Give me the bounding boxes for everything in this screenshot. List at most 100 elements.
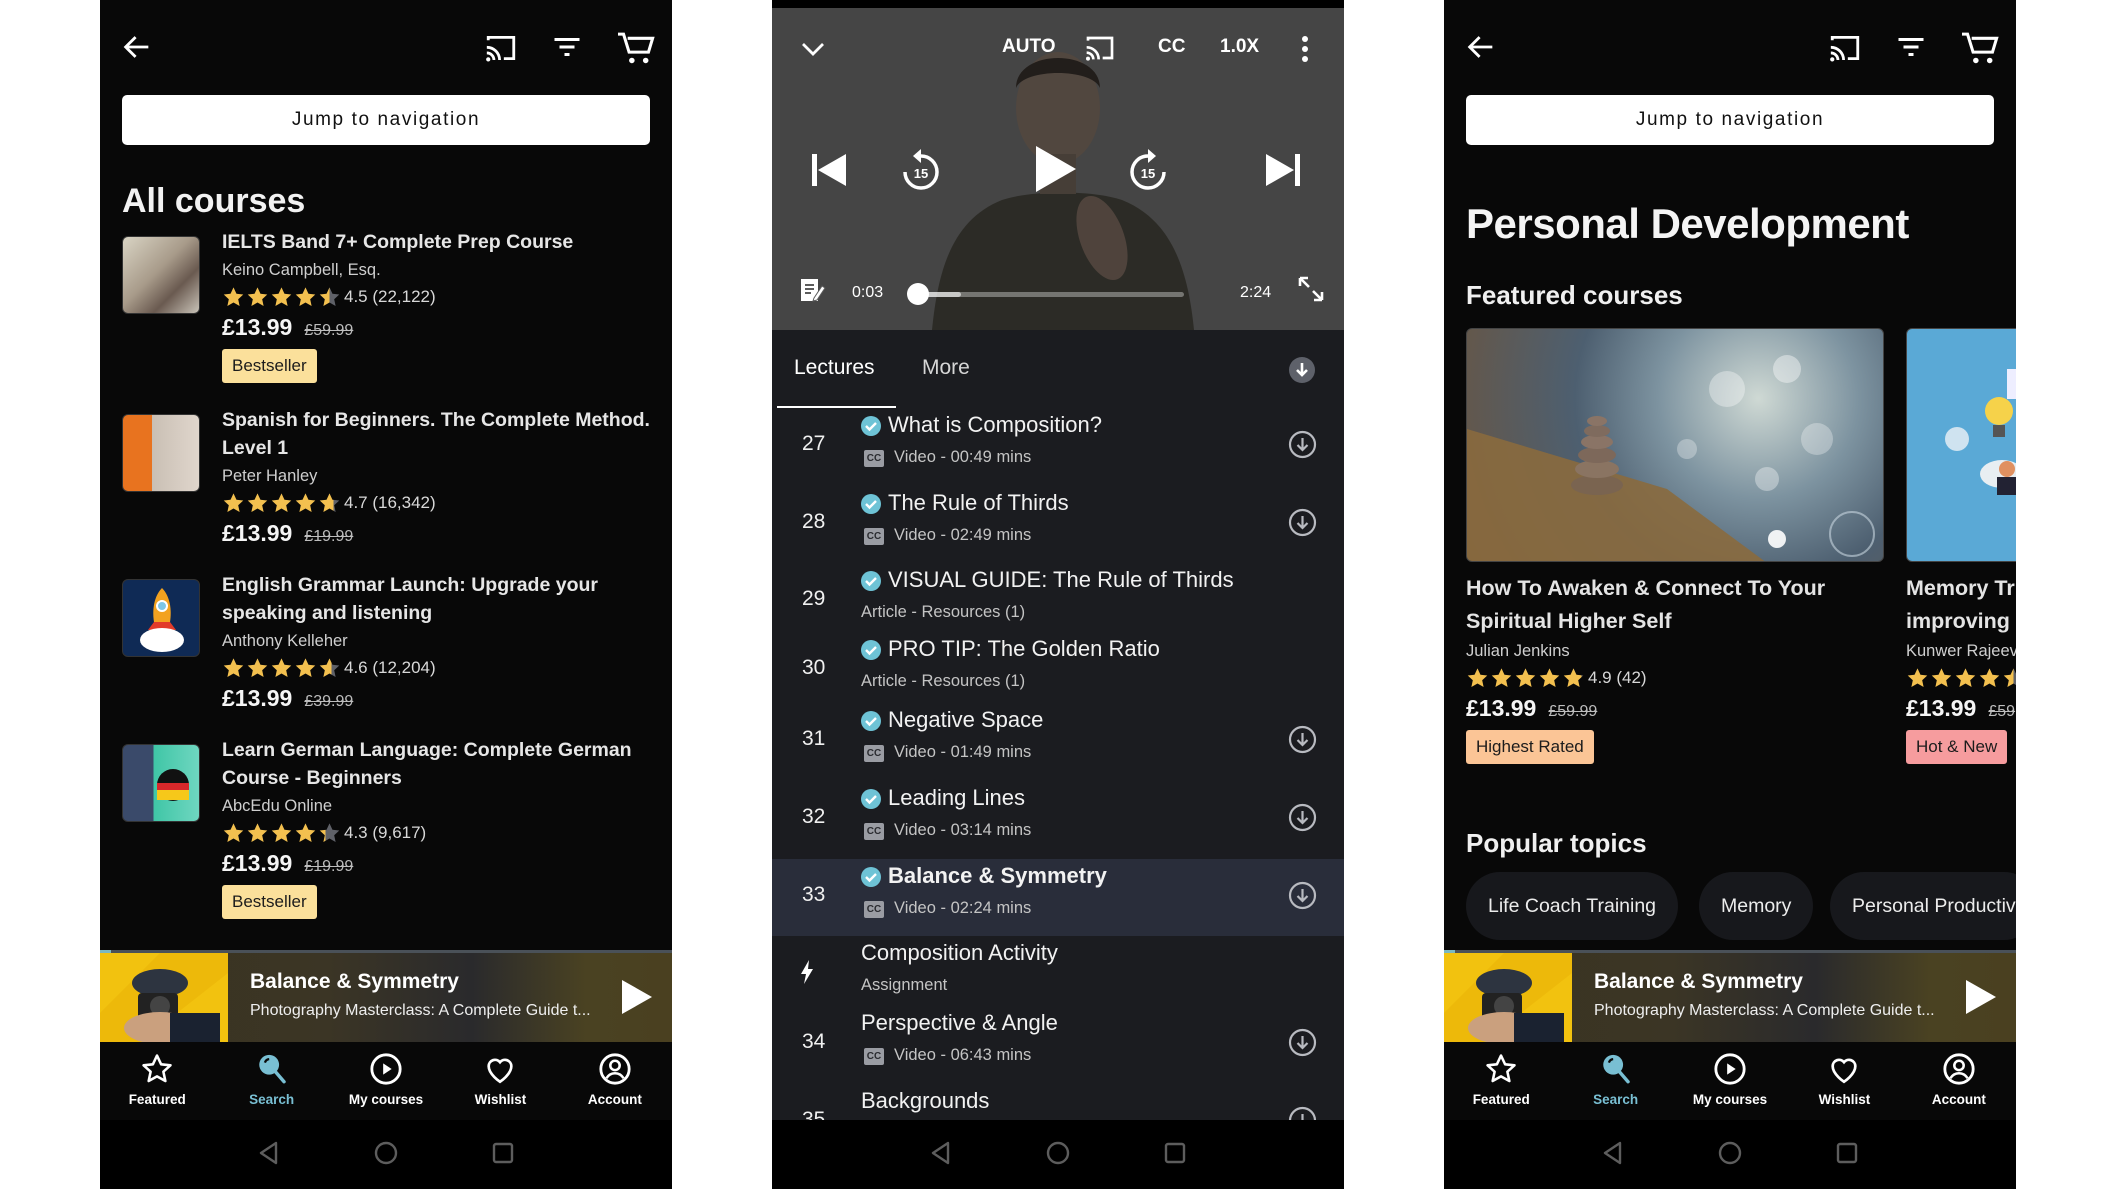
quality-button[interactable]: AUTO [1002, 36, 1055, 58]
star-icon [295, 493, 316, 512]
mini-player[interactable]: Balance & Symmetry Photography Mastercla… [100, 950, 672, 1042]
download-icon[interactable] [1288, 508, 1317, 537]
nav-tab-my-courses[interactable]: My courses [329, 1042, 443, 1120]
top-app-bar [1444, 0, 2016, 90]
nav-tab-my-courses[interactable]: My courses [1673, 1042, 1787, 1120]
original-price: £59 [1988, 703, 2016, 720]
nav-tab-featured[interactable]: Featured [100, 1042, 214, 1120]
lecture-row[interactable]: 33 Balance & Symmetry CC Video - 02:24 mins [772, 859, 1344, 936]
star-icon [1563, 668, 1584, 687]
lecture-row[interactable]: 28 The Rule of Thirds CC Video - 02:49 mins [772, 486, 1344, 563]
featured-course-card[interactable]: How To Awaken & Connect To Your Spiritua… [1466, 328, 1884, 764]
star-icon [223, 493, 244, 512]
lecture-row[interactable]: 32 Leading Lines CC Video - 03:14 mins [772, 781, 1344, 858]
lecture-row[interactable]: 35 Backgrounds [772, 1084, 1344, 1120]
system-recents-icon[interactable] [1834, 1140, 1860, 1166]
lecture-row[interactable]: Composition Activity Assignment [772, 936, 1344, 1013]
system-navigation-bar [1444, 1120, 2016, 1189]
download-icon[interactable] [1288, 1106, 1317, 1120]
nav-tab-search[interactable]: Search [214, 1042, 328, 1120]
lecture-title: Composition Activity [861, 940, 1058, 965]
fullscreen-icon[interactable] [1298, 276, 1324, 302]
system-recents-icon[interactable] [1162, 1140, 1188, 1166]
filter-icon[interactable] [552, 34, 582, 60]
back-arrow-icon[interactable] [1464, 30, 1498, 64]
lecture-row[interactable]: 29 VISUAL GUIDE: The Rule of Thirds Articl… [772, 563, 1344, 640]
tab-lectures[interactable]: Lectures [794, 356, 875, 380]
topic-chip[interactable]: Life Coach Training [1466, 872, 1679, 940]
bottom-navigation: Featured Search My courses Wishlist Acco… [100, 1042, 672, 1120]
playback-speed-button[interactable]: 1.0X [1220, 36, 1259, 58]
play-icon[interactable] [1964, 978, 1998, 1016]
lecture-row[interactable]: 34 Perspective & Angle CC Video - 06:43 min… [772, 1006, 1344, 1083]
system-back-icon[interactable] [1600, 1140, 1626, 1166]
captions-button[interactable]: CC [1158, 36, 1185, 58]
lecture-row[interactable]: 30 PRO TIP: The Golden Ratio Article - Res… [772, 632, 1344, 709]
lecture-meta: Video - 02:49 mins [894, 526, 1032, 544]
download-all-icon[interactable] [1288, 356, 1316, 384]
mini-player[interactable]: Balance & Symmetry Photography Mastercla… [1444, 950, 2016, 1042]
bestseller-badge: Bestseller [222, 349, 317, 383]
forward-15-icon[interactable]: 15 [1128, 148, 1168, 192]
seek-bar[interactable] [906, 283, 1184, 305]
nav-tab-account[interactable]: Account [558, 1042, 672, 1120]
course-rating: 4.3 (9,617) [222, 820, 652, 846]
collapse-chevron-icon[interactable] [798, 34, 828, 64]
heart-icon [487, 1058, 514, 1084]
system-recents-icon[interactable] [490, 1140, 516, 1166]
system-back-icon[interactable] [928, 1140, 954, 1166]
system-home-icon[interactable] [1717, 1140, 1743, 1166]
lecture-title: Balance & Symmetry [888, 863, 1107, 888]
lecture-title: What is Composition? [888, 412, 1102, 437]
price: £13.99 [222, 520, 293, 546]
cast-icon[interactable] [484, 33, 518, 63]
tab-more[interactable]: More [922, 356, 970, 380]
nav-tab-wishlist[interactable]: Wishlist [443, 1042, 557, 1120]
download-icon[interactable] [1288, 725, 1317, 754]
download-icon[interactable] [1288, 430, 1317, 459]
rewind-15-icon[interactable]: 15 [901, 148, 941, 192]
course-title: English Grammar Launch: Upgrade your spe… [222, 574, 598, 624]
cast-icon[interactable] [1828, 33, 1862, 63]
lecture-title: Negative Space [888, 707, 1044, 732]
svg-text:15: 15 [914, 166, 928, 181]
notes-icon[interactable] [800, 276, 826, 304]
lecture-row[interactable]: 31 Negative Space CC Video - 01:49 mins [772, 703, 1344, 780]
cast-icon[interactable] [1084, 34, 1116, 64]
nav-tab-wishlist[interactable]: Wishlist [1787, 1042, 1901, 1120]
jump-to-navigation-button[interactable]: Jump to navigation [1466, 95, 1994, 145]
nav-tab-account[interactable]: Account [1902, 1042, 2016, 1120]
nav-tab-search[interactable]: Search [1558, 1042, 1672, 1120]
featured-course-card[interactable]: Memory Tr improving Kunwer Rajeev £13.99… [1906, 328, 2016, 764]
skip-previous-icon[interactable] [812, 152, 848, 188]
back-arrow-icon[interactable] [120, 30, 154, 64]
nav-tab-featured[interactable]: Featured [1444, 1042, 1558, 1120]
video-player[interactable]: AUTO CC 1.0X 15 15 0:03 2:24 [772, 8, 1344, 330]
download-icon[interactable] [1288, 803, 1317, 832]
hot-new-badge: Hot & New [1906, 730, 2008, 764]
system-home-icon[interactable] [1045, 1140, 1071, 1166]
topic-chip[interactable]: Memory [1699, 872, 1814, 940]
screen-course-player: AUTO CC 1.0X 15 15 0:03 2:24 Lectures Mo… [772, 0, 1344, 1189]
topic-chip[interactable]: Personal Productiv [1830, 872, 2016, 940]
course-title: IELTS Band 7+ Complete Prep Course [222, 231, 574, 253]
play-icon[interactable] [1034, 144, 1078, 194]
system-back-icon[interactable] [256, 1140, 282, 1166]
more-options-icon[interactable] [1300, 34, 1310, 64]
star-icon [1491, 668, 1512, 687]
lecture-row[interactable]: 27 What is Composition? CC Video - 00:49 mi… [772, 408, 1344, 485]
filter-icon[interactable] [1896, 34, 1926, 60]
download-icon[interactable] [1288, 881, 1317, 910]
system-home-icon[interactable] [373, 1140, 399, 1166]
svg-text:15: 15 [1141, 166, 1155, 181]
screen-all-courses: Jump to navigation All courses IELTS Ban… [100, 0, 672, 1189]
closed-captions-icon: CC [864, 823, 884, 840]
download-icon[interactable] [1288, 1028, 1317, 1057]
jump-to-navigation-button[interactable]: Jump to navigation [122, 95, 650, 145]
skip-next-icon[interactable] [1264, 152, 1300, 188]
cart-icon[interactable] [1960, 30, 2000, 66]
play-icon[interactable] [620, 978, 654, 1016]
star-icon [2003, 668, 2016, 687]
seek-knob[interactable] [906, 283, 929, 305]
cart-icon[interactable] [616, 30, 656, 66]
